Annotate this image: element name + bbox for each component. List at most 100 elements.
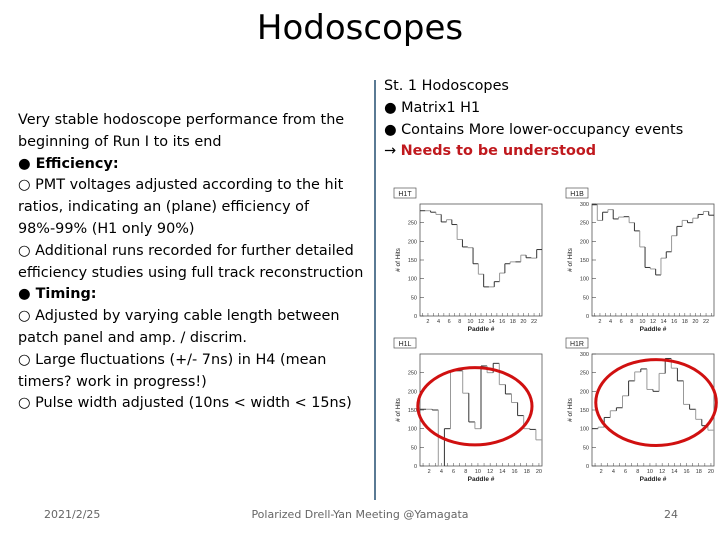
x-tick-label: 18 <box>524 469 530 475</box>
histogram-title: H1B <box>570 191 584 198</box>
x-tick-label: 6 <box>624 469 627 475</box>
x-tick-label: 18 <box>510 319 516 325</box>
x-tick-label: 4 <box>440 469 443 475</box>
x-tick-label: 20 <box>708 469 714 475</box>
y-tick-label: 0 <box>586 464 589 470</box>
x-tick-label: 12 <box>478 319 484 325</box>
x-tick-label: 10 <box>639 319 645 325</box>
x-tick-label: 14 <box>499 469 505 475</box>
x-tick-label: 2 <box>426 319 429 325</box>
x-axis-label: Paddle # <box>468 476 495 483</box>
slide-title: Hodoscopes <box>256 8 464 48</box>
y-tick-label: 300 <box>580 352 589 358</box>
y-tick-label: 250 <box>408 221 417 227</box>
histogram-panel-h1l: H1L 0 50 100 150 200 250 2 4 6 8 10 12 14 16 18 20 Paddle… <box>393 337 543 483</box>
y-tick-label: 150 <box>580 258 589 264</box>
y-tick-label: 50 <box>583 445 589 451</box>
histogram-panel-h1r: H1R 0 50 100 150 200 250 300 2 4 6 8 10 12 14 16 18 20 Pad… <box>565 337 718 483</box>
x-tick-label: 6 <box>452 469 455 475</box>
x-tick-label: 16 <box>511 469 517 475</box>
x-tick-label: 4 <box>612 469 615 475</box>
y-axis-label: # of Hits <box>395 247 402 272</box>
y-tick-label: 50 <box>411 295 417 301</box>
x-tick-label: 10 <box>467 319 473 325</box>
histogram-title: H1L <box>399 341 412 348</box>
y-tick-label: 150 <box>580 408 589 414</box>
x-tick-label: 4 <box>437 319 440 325</box>
histogram-title: H1T <box>398 191 412 198</box>
y-tick-label: 250 <box>580 371 589 377</box>
x-tick-label: 20 <box>520 319 526 325</box>
y-axis-label: # of Hits <box>395 397 402 422</box>
y-tick-label: 150 <box>408 408 417 414</box>
x-tick-label: 8 <box>464 469 467 475</box>
right-text-block: St. 1 Hodoscopes ● Matrix1 H1 ● Contains… <box>384 76 683 163</box>
histogram-grid: H1T0501001502002502 4 6 8 10 12 14 16 18 20 22Padd… <box>393 187 718 483</box>
efficiency-item: ○ Additional runs recorded for further d… <box>18 242 364 281</box>
y-tick-label: 250 <box>580 221 589 227</box>
y-tick-label: 200 <box>408 389 417 395</box>
x-tick-label: 6 <box>620 319 623 325</box>
timing-item: ○ Adjusted by varying cable length betwe… <box>18 308 340 346</box>
y-tick-label: 0 <box>586 314 589 320</box>
x-tick-label: 18 <box>682 319 688 325</box>
x-axis-label: Paddle # <box>468 326 495 333</box>
histogram-panel-h1b: H1B 0 50 100 150 200 250 300 2 4 6 8 10 12 14 16 18 20 22 P… <box>565 187 715 333</box>
y-tick-label: 50 <box>411 445 417 451</box>
x-tick-label: 14 <box>661 319 667 325</box>
y-tick-label: 250 <box>408 371 417 377</box>
x-tick-label: 10 <box>647 469 653 475</box>
x-tick-label: 10 <box>475 469 481 475</box>
x-tick-label: 2 <box>428 469 431 475</box>
x-tick-label: 12 <box>659 469 665 475</box>
y-tick-label: 0 <box>414 464 417 470</box>
x-tick-label: 2 <box>600 469 603 475</box>
histogram-panel-h1t: H1T 0 50 100 150 200 250 2 4 6 8 10 12 14 16 18 20 22 Padd… <box>393 187 543 333</box>
x-tick-label: 20 <box>536 469 542 475</box>
x-tick-label: 6 <box>448 319 451 325</box>
efficiency-heading: ● Efficiency: <box>18 155 119 172</box>
x-axis-label: Paddle # <box>640 476 667 483</box>
y-tick-label: 300 <box>580 202 589 208</box>
right-bullet: ● Matrix1 H1 <box>384 99 481 116</box>
right-heading: St. 1 Hodoscopes <box>384 78 509 94</box>
x-tick-label: 22 <box>703 319 709 325</box>
x-tick-label: 16 <box>683 469 689 475</box>
y-tick-label: 50 <box>583 295 589 301</box>
x-tick-label: 12 <box>487 469 493 475</box>
y-tick-label: 200 <box>580 239 589 245</box>
timing-heading: ● Timing: <box>18 286 97 303</box>
timing-item: ○ Large fluctuations (+/- 7ns) in H4 (me… <box>18 351 327 390</box>
note-text: Needs to be understood <box>400 143 597 160</box>
arrow-icon: → <box>384 143 397 160</box>
x-tick-label: 16 <box>499 319 505 325</box>
x-tick-label: 14 <box>671 469 677 475</box>
right-bullet: ● Contains More lower-occupancy events <box>384 121 684 138</box>
plot-frame <box>591 203 715 317</box>
left-text-column: Very stable hodoscope performance from t… <box>18 110 368 415</box>
y-tick-label: 100 <box>408 277 417 283</box>
efficiency-item: ○ PMT voltages adjusted according to the… <box>18 177 344 237</box>
x-tick-label: 8 <box>458 319 461 325</box>
timing-item: ○ Pulse width adjusted (10ns < width < 1… <box>18 395 352 412</box>
footer-center: Polarized Drell-Yan Meeting @Yamagata <box>251 508 469 521</box>
x-tick-label: 18 <box>696 469 702 475</box>
intro-text: Very stable hodoscope performance from t… <box>18 112 345 150</box>
x-tick-label: 20 <box>692 319 698 325</box>
plot-frame <box>419 203 543 317</box>
y-tick-label: 200 <box>580 389 589 395</box>
y-tick-label: 0 <box>414 314 417 320</box>
x-tick-label: 22 <box>531 319 537 325</box>
x-tick-label: 12 <box>650 319 656 325</box>
y-tick-label: 100 <box>408 427 417 433</box>
x-tick-label: 14 <box>489 319 495 325</box>
y-tick-label: 200 <box>408 239 417 245</box>
x-tick-label: 2 <box>598 319 601 325</box>
x-tick-label: 16 <box>671 319 677 325</box>
y-tick-label: 100 <box>580 277 589 283</box>
y-axis-label: # of Hits <box>567 397 574 422</box>
x-axis-label: Paddle # <box>640 326 667 333</box>
y-tick-label: 100 <box>580 427 589 433</box>
vertical-divider <box>374 80 376 500</box>
x-tick-label: 4 <box>609 319 612 325</box>
